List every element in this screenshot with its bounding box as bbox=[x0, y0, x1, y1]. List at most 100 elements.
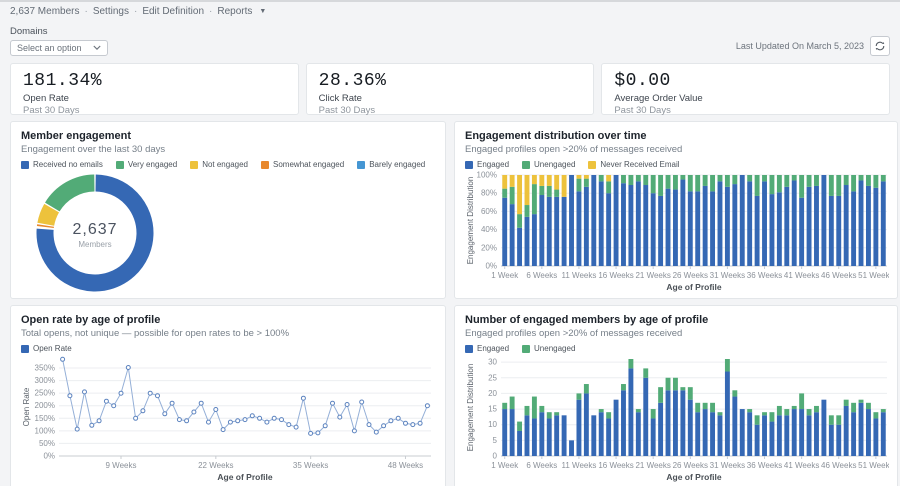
svg-text:41 Weeks: 41 Weeks bbox=[784, 271, 819, 280]
svg-text:200%: 200% bbox=[35, 401, 55, 410]
refresh-icon bbox=[874, 40, 886, 52]
legend-item: Engaged bbox=[465, 160, 509, 169]
kpi-open-rate-period: Past 30 Days bbox=[23, 105, 286, 116]
svg-text:Age of Profile: Age of Profile bbox=[217, 472, 273, 482]
svg-text:80%: 80% bbox=[481, 189, 497, 198]
svg-text:16 Weeks: 16 Weeks bbox=[598, 461, 633, 470]
kpi-row: 181.34% Open Rate Past 30 Days 28.36% Cl… bbox=[10, 63, 890, 115]
kpi-open-rate-value: 181.34% bbox=[23, 71, 286, 91]
svg-text:22 Weeks: 22 Weeks bbox=[198, 461, 233, 470]
chart-subtitle: Engagement over the last 30 days bbox=[21, 144, 435, 155]
charts-row-2: Open rate by age of profile Total opens,… bbox=[10, 305, 890, 486]
svg-text:48 Weeks: 48 Weeks bbox=[388, 461, 423, 470]
chart-legend: Engaged Unengaged Never Received Email bbox=[465, 160, 887, 169]
kpi-click-rate-label: Click Rate bbox=[319, 93, 582, 104]
svg-text:300%: 300% bbox=[35, 376, 55, 385]
svg-text:Engagement Distribution: Engagement Distribution bbox=[466, 177, 475, 265]
member-engagement-card: Member engagement Engagement over the la… bbox=[10, 121, 446, 299]
breadcrumb-reports[interactable]: Reports bbox=[217, 6, 252, 17]
kpi-click-rate-value: 28.36% bbox=[319, 71, 582, 91]
svg-text:9 Weeks: 9 Weeks bbox=[106, 461, 137, 470]
svg-text:50%: 50% bbox=[39, 439, 55, 448]
legend-swatch bbox=[21, 161, 29, 169]
svg-text:100%: 100% bbox=[35, 426, 55, 435]
kpi-aov-value: $0.00 bbox=[614, 71, 877, 91]
legend-item: Barely engaged bbox=[357, 160, 425, 169]
legend-swatch bbox=[357, 161, 365, 169]
legend-swatch bbox=[465, 345, 473, 353]
dashboard-page: 2,637 Members · Settings · Edit Definiti… bbox=[0, 2, 900, 486]
svg-text:350%: 350% bbox=[35, 364, 55, 373]
chevron-down-icon: ▼ bbox=[259, 8, 266, 15]
svg-text:35 Weeks: 35 Weeks bbox=[293, 461, 328, 470]
charts-row-1: Member engagement Engagement over the la… bbox=[10, 121, 890, 299]
legend-swatch bbox=[588, 161, 596, 169]
legend-swatch bbox=[116, 161, 124, 169]
svg-text:11 Weeks: 11 Weeks bbox=[562, 461, 597, 470]
legend-swatch bbox=[465, 161, 473, 169]
last-updated-text: Last Updated On March 5, 2023 bbox=[736, 41, 864, 51]
svg-text:10: 10 bbox=[488, 420, 497, 429]
kpi-average-order-value: $0.00 Average Order Value Past 30 Days bbox=[601, 63, 890, 115]
legend-swatch bbox=[261, 161, 269, 169]
legend-item: Unengaged bbox=[522, 160, 575, 169]
svg-text:0%: 0% bbox=[43, 452, 55, 461]
legend-item: Received no emails bbox=[21, 160, 103, 169]
member-engagement-donut-chart: 2,637 Members bbox=[21, 170, 437, 292]
kpi-aov-period: Past 30 Days bbox=[614, 105, 877, 116]
legend-item: Not engaged bbox=[190, 160, 248, 169]
engaged-members-bar-chart: 051015202530Age of ProfileEngagement Dis… bbox=[465, 354, 889, 482]
svg-text:2,637: 2,637 bbox=[72, 221, 117, 238]
domains-select-value: Select an option bbox=[17, 43, 82, 53]
legend-swatch bbox=[21, 345, 29, 353]
legend-swatch bbox=[522, 161, 530, 169]
breadcrumb-members[interactable]: 2,637 Members bbox=[10, 6, 79, 17]
legend-item: Never Received Email bbox=[588, 160, 679, 169]
domains-label: Domains bbox=[10, 26, 108, 37]
open-rate-by-age-card: Open rate by age of profile Total opens,… bbox=[10, 305, 446, 486]
svg-text:Members: Members bbox=[78, 240, 111, 249]
last-updated: Last Updated On March 5, 2023 bbox=[736, 36, 890, 56]
svg-text:46 Weeks: 46 Weeks bbox=[821, 271, 856, 280]
svg-text:31 Weeks: 31 Weeks bbox=[710, 461, 745, 470]
svg-text:25: 25 bbox=[488, 373, 497, 382]
legend-item: Somewhat engaged bbox=[261, 160, 344, 169]
breadcrumb-edit-definition[interactable]: Edit Definition bbox=[142, 6, 204, 17]
chart-subtitle: Engaged profiles open >20% of messages r… bbox=[465, 328, 887, 339]
svg-text:51 Weeks: 51 Weeks bbox=[858, 271, 889, 280]
domains-filter: Domains Select an option bbox=[10, 26, 108, 56]
refresh-button[interactable] bbox=[870, 36, 890, 56]
chart-title: Engagement distribution over time bbox=[465, 130, 887, 142]
breadcrumb: 2,637 Members · Settings · Edit Definiti… bbox=[10, 6, 890, 17]
svg-text:250%: 250% bbox=[35, 389, 55, 398]
chart-legend: Received no emailsVery engagedNot engage… bbox=[21, 160, 435, 169]
svg-text:0%: 0% bbox=[485, 262, 497, 271]
breadcrumb-separator: · bbox=[209, 6, 212, 17]
kpi-open-rate: 181.34% Open Rate Past 30 Days bbox=[10, 63, 299, 115]
svg-text:16 Weeks: 16 Weeks bbox=[598, 271, 633, 280]
legend-swatch bbox=[522, 345, 530, 353]
chevron-down-icon bbox=[93, 45, 101, 51]
svg-text:150%: 150% bbox=[35, 414, 55, 423]
chart-legend: Open Rate bbox=[21, 344, 435, 353]
svg-text:100%: 100% bbox=[477, 171, 497, 180]
svg-text:5: 5 bbox=[493, 436, 498, 445]
breadcrumb-separator: · bbox=[134, 6, 137, 17]
breadcrumb-settings[interactable]: Settings bbox=[93, 6, 129, 17]
svg-text:1 Week: 1 Week bbox=[491, 271, 519, 280]
svg-text:20: 20 bbox=[488, 389, 497, 398]
kpi-aov-label: Average Order Value bbox=[614, 93, 877, 104]
open-rate-line-chart: 0% 50% 100% 150% 200% 250% 300% 350% Age of Prof… bbox=[21, 354, 437, 482]
legend-item: Open Rate bbox=[21, 344, 72, 353]
svg-text:6 Weeks: 6 Weeks bbox=[526, 271, 557, 280]
svg-text:46 Weeks: 46 Weeks bbox=[821, 461, 856, 470]
chart-legend: EngagedUnengaged bbox=[465, 344, 887, 353]
kpi-click-rate: 28.36% Click Rate Past 30 Days bbox=[306, 63, 595, 115]
legend-item: Unengaged bbox=[522, 344, 575, 353]
breadcrumb-separator: · bbox=[84, 6, 87, 17]
domains-select[interactable]: Select an option bbox=[10, 40, 108, 56]
engagement-distribution-card: Engagement distribution over time Engage… bbox=[454, 121, 898, 299]
svg-text:36 Weeks: 36 Weeks bbox=[747, 271, 782, 280]
svg-text:Age of Profile: Age of Profile bbox=[666, 282, 722, 292]
svg-text:0: 0 bbox=[493, 452, 498, 461]
